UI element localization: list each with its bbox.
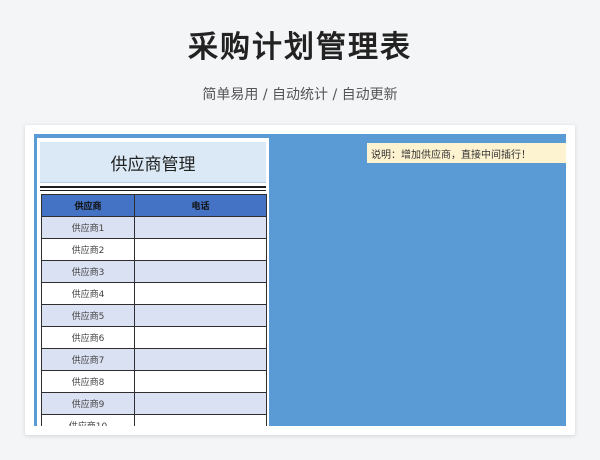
table-row: 供应商1 — [41, 216, 267, 239]
divider-thick — [40, 186, 266, 188]
supplier-rows: 供应商1供应商2供应商3供应商4供应商5供应商6供应商7供应商8供应商9供应商1… — [41, 216, 267, 426]
supplier-cell[interactable]: 供应商10 — [41, 414, 135, 426]
phone-cell[interactable] — [134, 392, 267, 415]
supplier-cell[interactable]: 供应商3 — [41, 260, 135, 283]
spreadsheet-area: 供应商管理 供应商 电话 供应商1 供应商2 供应商3 供应商4 供应商5 供应商6 供应商… — [34, 134, 566, 426]
table-row: 供应商6 — [41, 326, 267, 349]
table-row: 供应商4 — [41, 282, 267, 305]
column-header-phone[interactable]: 电话 — [134, 194, 267, 217]
table-row: 供应商3 — [41, 260, 267, 283]
divider-thin — [40, 190, 266, 191]
supplier-cell[interactable]: 供应商4 — [41, 282, 135, 305]
supplier-cell[interactable]: 供应商6 — [41, 326, 135, 349]
panel-title[interactable]: 供应商管理 — [40, 142, 266, 183]
phone-cell[interactable] — [134, 348, 267, 371]
supplier-panel: 供应商管理 供应商 电话 供应商1 供应商2 供应商3 供应商4 供应商5 供应商6 供应商… — [37, 138, 269, 426]
table-row: 供应商5 — [41, 304, 267, 327]
table-row: 供应商7 — [41, 348, 267, 371]
phone-cell[interactable] — [134, 238, 267, 261]
spreadsheet-card: 供应商管理 供应商 电话 供应商1 供应商2 供应商3 供应商4 供应商5 供应商6 供应商… — [25, 125, 575, 435]
supplier-cell[interactable]: 供应商8 — [41, 370, 135, 393]
phone-cell[interactable] — [134, 414, 267, 426]
phone-cell[interactable] — [134, 370, 267, 393]
phone-cell[interactable] — [134, 260, 267, 283]
table-row: 供应商10 — [41, 414, 267, 426]
phone-cell[interactable] — [134, 304, 267, 327]
table-row: 供应商8 — [41, 370, 267, 393]
supplier-cell[interactable]: 供应商2 — [41, 238, 135, 261]
supplier-cell[interactable]: 供应商7 — [41, 348, 135, 371]
table-row: 供应商2 — [41, 238, 267, 261]
column-header-supplier[interactable]: 供应商 — [41, 194, 135, 217]
page-title: 采购计划管理表 — [188, 30, 412, 65]
supplier-cell[interactable]: 供应商9 — [41, 392, 135, 415]
table-header-row: 供应商 电话 — [41, 194, 267, 217]
phone-cell[interactable] — [134, 282, 267, 305]
supplier-table: 供应商 电话 供应商1 供应商2 供应商3 供应商4 供应商5 供应商6 供应商7 供应商8 供… — [41, 194, 267, 426]
phone-cell[interactable] — [134, 216, 267, 239]
supplier-cell[interactable]: 供应商5 — [41, 304, 135, 327]
instruction-note[interactable]: 说明：增加供应商，直接中间插行！ — [367, 143, 566, 163]
supplier-cell[interactable]: 供应商1 — [41, 216, 135, 239]
phone-cell[interactable] — [134, 326, 267, 349]
page-subtitle: 简单易用 / 自动统计 / 自动更新 — [202, 87, 398, 103]
table-row: 供应商9 — [41, 392, 267, 415]
